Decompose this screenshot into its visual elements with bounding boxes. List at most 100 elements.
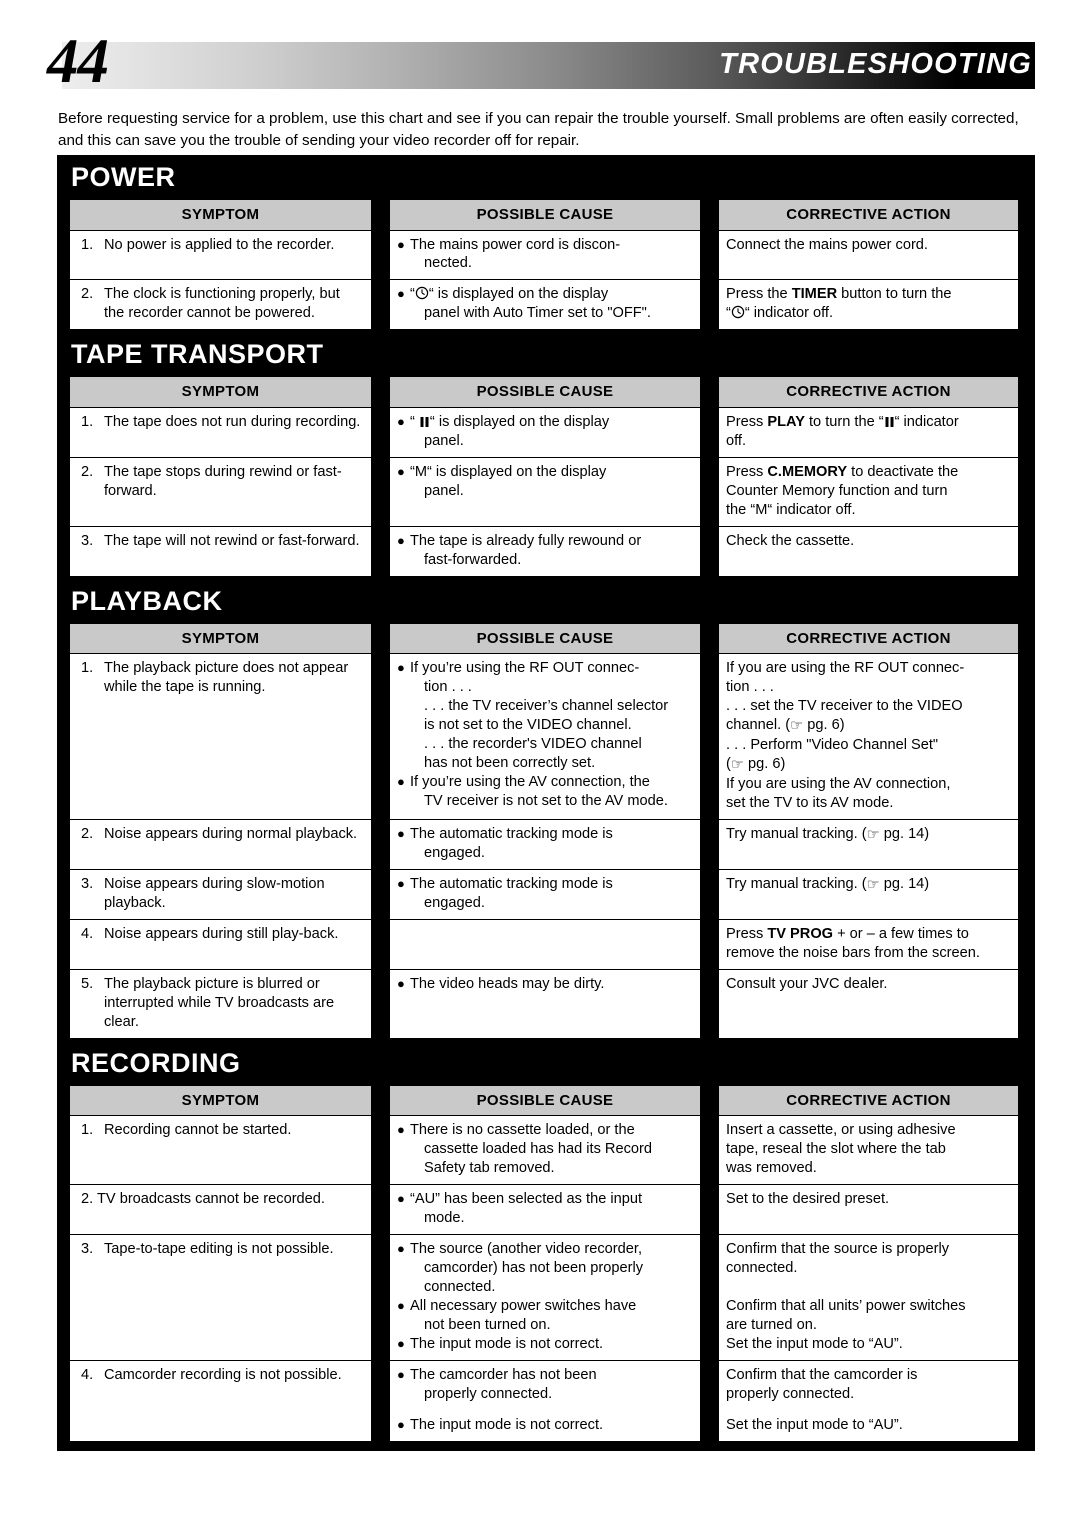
symptom-cell: 1. The playback picture does not appear … [69, 654, 372, 820]
action-text: Press the TIMER button to turn the [726, 286, 952, 303]
symptom-text: Tape-to-tape editing is not possible. [104, 1240, 334, 1257]
row-number: 2. [81, 463, 94, 480]
action-text: Press PLAY to turn the ““ indicator [726, 413, 959, 430]
cause-text: The video heads may be dirty. [410, 975, 605, 992]
corrective-action-cell: Press C.MEMORY to deactivate the Counter… [718, 457, 1019, 527]
bullet-dot-icon: ● [397, 660, 405, 676]
bullet-dot-icon: ● [397, 1335, 405, 1351]
table-row: 1. The tape does not run during recordin… [57, 407, 1035, 458]
cause-text: There is no cassette loaded, or the cass… [410, 1122, 652, 1177]
symptom-text: The playback picture is blurred or inter… [104, 975, 335, 1030]
table-row: 4. Noise appears during still play-back.… [57, 919, 1035, 970]
bullet-dot-icon: ● [397, 975, 405, 991]
action-text: Press TV PROG + or – a few times to [726, 925, 969, 942]
bullet-dot-icon: ● [397, 236, 405, 252]
cause-text: “M“ is displayed on the display panel. [410, 463, 607, 499]
corrective-action-cell: Check the cassette. [718, 526, 1019, 577]
table-row: 2. The tape stops during rewind or fast-… [57, 457, 1035, 527]
bullet-dot-icon: ● [397, 1240, 405, 1256]
action-text-line8: set the TV to its AV mode. [726, 794, 894, 811]
cause-text: The automatic tracking mode is engaged. [410, 875, 613, 911]
bullet-dot-icon: ● [397, 1297, 405, 1313]
symptom-text: Noise appears during slow-motion playbac… [104, 875, 325, 911]
page-title: TROUBLESHOOTING [719, 48, 1032, 80]
possible-cause-cell: ● The mains power cord is discon- nected… [389, 230, 701, 281]
bullet-dot-icon: ● [397, 413, 405, 429]
corrective-action-cell: Connect the mains power cord. [718, 230, 1019, 281]
bullet-dot-icon: ● [397, 1416, 405, 1432]
possible-cause-cell: ● ““ is displayed on the display panel w… [389, 280, 701, 331]
bullet-dot-icon: ● [397, 1366, 405, 1382]
pointing-hand-icon: ☞ [866, 876, 880, 893]
row-number: 5. [81, 975, 94, 992]
row-number: 2. [81, 825, 94, 842]
row-number: 1. [81, 660, 94, 677]
action-spacer [726, 1404, 1011, 1416]
action-text-line2: tion . . . [726, 679, 774, 696]
action-text-line7: If you are using the AV connection, [726, 775, 951, 792]
action-text-line2: tape, reseal the slot where the tab [726, 1141, 946, 1158]
action-text-line2: remove the noise bars from the screen. [726, 944, 980, 961]
bullet-dot-icon: ● [397, 532, 405, 548]
action-text-line2: properly connected. [726, 1385, 855, 1402]
possible-cause-cell: ● The video heads may be dirty. [389, 969, 701, 1039]
symptom-text: Camcorder recording is not possible. [104, 1366, 342, 1383]
action-text-line3: the “M“ indicator off. [726, 501, 856, 518]
troubleshooting-page: 44 TROUBLESHOOTING Before requesting ser… [0, 0, 1080, 1526]
symptom-text: The tape does not run during recording. [104, 413, 361, 430]
table-row: 1. Recording cannot be started. ● There … [57, 1116, 1035, 1186]
table-header-row-recording: SYMPTOM POSSIBLE CAUSE CORRECTIVE ACTION [57, 1084, 1035, 1117]
action-text: Try manual tracking. (☞ pg. 14) [726, 825, 930, 843]
pause-indicator-icon [885, 416, 894, 427]
action-text: Consult your JVC dealer. [726, 975, 888, 992]
table-row: 5. The playback picture is blurred or in… [57, 969, 1035, 1039]
table-row: 1. The playback picture does not appear … [57, 654, 1035, 820]
section-title-recording: RECORDING [71, 1047, 241, 1078]
pointing-hand-icon: ☞ [866, 826, 880, 843]
bullet-dot-icon: ● [397, 875, 405, 891]
cause-text: “ “ is displayed on the display panel. [410, 413, 610, 449]
possible-cause-cell: ● The automatic tracking mode is engaged… [389, 819, 701, 870]
corrective-action-cell: Try manual tracking. (☞ pg. 14) [718, 819, 1019, 870]
corrective-action-cell: Set to the desired preset. [718, 1185, 1019, 1235]
action-text-line3: Confirm that all units’ power switches [726, 1297, 966, 1314]
action-text: Try manual tracking. (☞ pg. 14) [726, 875, 930, 893]
cause-text: The mains power cord is discon- nected. [410, 236, 621, 272]
table-row: 4. Camcorder recording is not possible. … [57, 1360, 1035, 1442]
cause-text: The camcorder has not been properly conn… [410, 1366, 597, 1402]
cause-text: The tape is already fully rewound or fas… [410, 532, 642, 568]
action-text-line4: are turned on. [726, 1316, 817, 1333]
column-header-symptom: SYMPTOM [69, 1084, 372, 1117]
symptom-cell: 2. TV broadcasts cannot be recorded. [69, 1185, 372, 1235]
possible-cause-cell: ● The source (another video recorder, ca… [389, 1234, 701, 1361]
action-text: Press C.MEMORY to deactivate the [726, 463, 959, 480]
row-number: 2. [81, 286, 94, 303]
table-row: 3. Tape-to-tape editing is not possible.… [57, 1234, 1035, 1361]
table-row: 2. Noise appears during normal playback.… [57, 819, 1035, 870]
clock-indicator-icon [731, 306, 745, 319]
symptom-text: TV broadcasts cannot be recorded. [97, 1191, 325, 1208]
symptom-cell: 3. Tape-to-tape editing is not possible. [69, 1234, 372, 1361]
section-title-tape-transport: TAPE TRANSPORT [71, 339, 324, 370]
pause-indicator-icon [420, 416, 429, 427]
symptom-text: The clock is functioning properly, but t… [104, 286, 340, 322]
intro-paragraph: Before requesting service for a problem,… [58, 110, 1019, 149]
corrective-action-cell: If you are using the RF OUT connec- tion… [718, 654, 1019, 820]
bullet-dot-icon: ● [397, 773, 405, 789]
action-text-line4: channel. (☞ pg. 6) [726, 717, 845, 735]
symptom-text: Noise appears during still play-back. [104, 925, 339, 942]
table-row: 2. The clock is functioning properly, bu… [57, 280, 1035, 331]
corrective-action-cell: Confirm that the camcorder is properly c… [718, 1360, 1019, 1442]
corrective-action-cell: Confirm that the source is properly conn… [718, 1234, 1019, 1361]
column-header-corrective-action: CORRECTIVE ACTION [718, 622, 1019, 655]
column-header-symptom: SYMPTOM [69, 199, 372, 231]
corrective-action-cell: Try manual tracking. (☞ pg. 14) [718, 869, 1019, 920]
bullet-dot-icon: ● [397, 1191, 405, 1207]
symptom-cell: 2. Noise appears during normal playback. [69, 819, 372, 870]
symptom-cell: 5. The playback picture is blurred or in… [69, 969, 372, 1039]
action-text: Confirm that the source is properly [726, 1240, 950, 1257]
column-header-possible-cause: POSSIBLE CAUSE [389, 199, 701, 231]
action-text: Insert a cassette, or using adhesive [726, 1122, 956, 1139]
action-text: Check the cassette. [726, 532, 855, 549]
possible-cause-cell: ● If you’re using the RF OUT connec- tio… [389, 654, 701, 820]
